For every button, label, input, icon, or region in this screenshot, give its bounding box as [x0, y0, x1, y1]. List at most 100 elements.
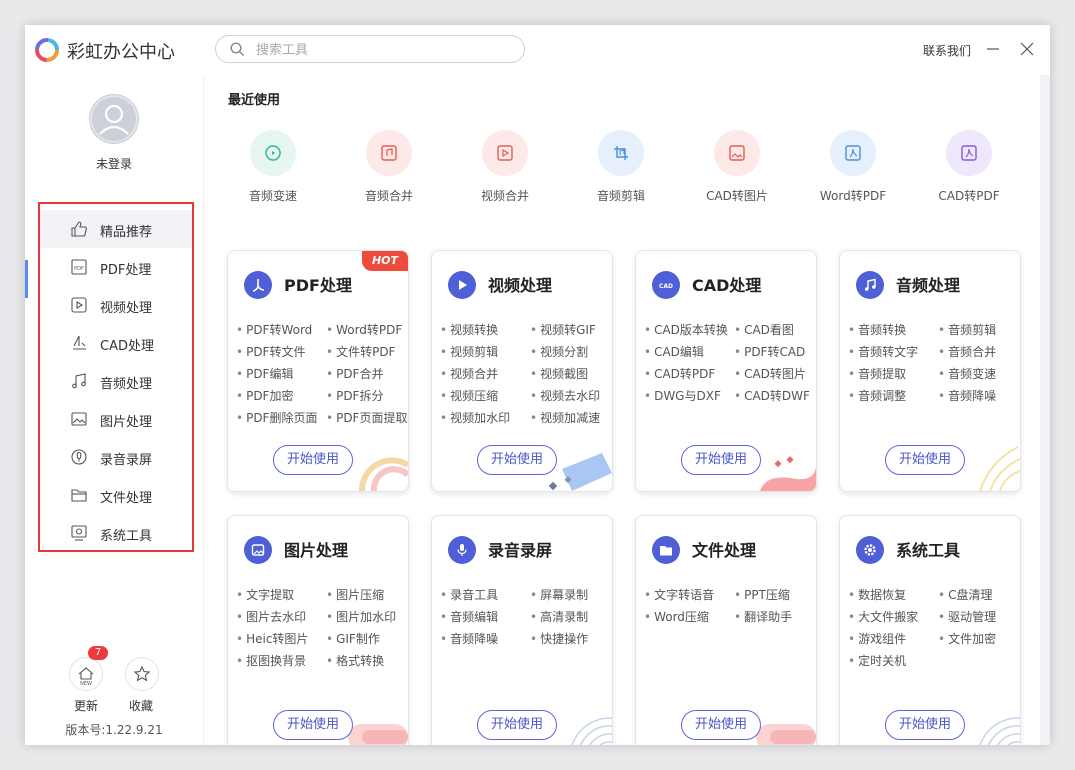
card-tool-link[interactable]: CAD转PDF [644, 365, 715, 382]
card-tool-link[interactable]: 大文件搬家 [848, 608, 918, 625]
sidebar-item-recording[interactable]: 录音录屏 [40, 438, 192, 476]
tool-card[interactable]: 系统工具数据恢复 C盘清理大文件搬家 驱动管理游戏组件 文件加密定时关机开始使用 [839, 515, 1021, 745]
recent-tool-item[interactable]: Word转PDF [795, 130, 911, 210]
card-tool-link[interactable]: 视频分割 [530, 343, 588, 360]
tool-card[interactable]: CAD CAD处理 CAD版本转换 CAD看图 CAD编辑 PDF转CAD CAD转PDF C… [635, 250, 817, 492]
recent-tool-item[interactable]: CAD转PDF [911, 130, 1027, 210]
card-tool-link[interactable]: 视频转GIF [530, 321, 596, 338]
card-tool-link[interactable]: 录音工具 [440, 586, 498, 603]
start-use-button[interactable]: 开始使用 [477, 445, 557, 475]
card-tool-link[interactable]: 驱动管理 [938, 608, 996, 625]
card-tool-link[interactable]: CAD编辑 [644, 343, 704, 360]
recent-tool-item[interactable]: 音频剪辑 [563, 130, 679, 210]
card-tool-link[interactable]: 数据恢复 [848, 586, 906, 603]
update-button[interactable]: NEW [69, 657, 103, 691]
card-tool-link[interactable]: 文件加密 [938, 630, 996, 647]
sidebar-item-file[interactable]: 文件处理 [40, 476, 192, 514]
card-tool-link[interactable]: GIF制作 [326, 630, 380, 647]
card-tool-link[interactable]: PDF页面提取 [326, 409, 407, 426]
card-tool-link[interactable]: 格式转换 [326, 652, 384, 669]
card-tool-link[interactable]: PDF加密 [236, 387, 293, 404]
card-tool-link[interactable]: PDF合并 [326, 365, 383, 382]
tool-card[interactable]: 音频处理音频转换 音频剪辑音频转文字 音频合并音频提取 音频变速音频调整 音频降噪开始使… [839, 250, 1021, 492]
card-tool-link[interactable]: 游戏组件 [848, 630, 906, 647]
favorites-button[interactable] [125, 657, 159, 691]
card-tool-link[interactable]: 音频转换 [848, 321, 906, 338]
card-tool-link[interactable]: 视频去水印 [530, 387, 600, 404]
card-tool-link[interactable]: CAD转图片 [734, 365, 806, 382]
sidebar-item-recommended[interactable]: 精品推荐 [40, 210, 192, 248]
card-tool-link[interactable]: PDF转CAD [734, 343, 805, 360]
search-input[interactable] [254, 39, 508, 61]
avatar[interactable] [89, 94, 139, 144]
card-tool-link[interactable]: PPT压缩 [734, 586, 790, 603]
card-tool-link[interactable]: 抠图换背景 [236, 652, 306, 669]
tool-card[interactable]: 文件处理文字转语音 PPT压缩 Word压缩 翻译助手开始使用 [635, 515, 817, 745]
card-tool-link[interactable]: 文件转PDF [326, 343, 395, 360]
card-tool-link[interactable]: 视频剪辑 [440, 343, 498, 360]
start-use-button[interactable]: 开始使用 [681, 710, 761, 740]
card-tool-link[interactable]: 视频加减速 [530, 409, 600, 426]
recent-tool-item[interactable]: 音频变速 [215, 130, 331, 210]
scrollbar[interactable] [1040, 75, 1050, 745]
card-tool-link[interactable]: 快捷操作 [530, 630, 588, 647]
card-tool-link[interactable]: 高清录制 [530, 608, 588, 625]
start-use-button[interactable]: 开始使用 [273, 445, 353, 475]
card-tool-link[interactable]: C盘清理 [938, 586, 992, 603]
card-tool-link[interactable]: 音频编辑 [440, 608, 498, 625]
sidebar-item-video[interactable]: 视频处理 [40, 286, 192, 324]
card-tool-link[interactable]: CAD看图 [734, 321, 794, 338]
card-tool-link[interactable]: 视频压缩 [440, 387, 498, 404]
sidebar-item-cad[interactable]: CAD处理 [40, 324, 192, 362]
card-tool-link[interactable]: 视频截图 [530, 365, 588, 382]
sidebar-item-audio[interactable]: 音频处理 [40, 362, 192, 400]
card-tool-link[interactable]: 图片加水印 [326, 608, 396, 625]
card-tool-link[interactable]: PDF转Word [236, 321, 312, 338]
card-tool-link[interactable]: 音频变速 [938, 365, 996, 382]
card-tool-link[interactable]: DWG与DXF [644, 387, 721, 404]
card-tool-link[interactable]: 图片压缩 [326, 586, 384, 603]
card-tool-link[interactable]: 音频剪辑 [938, 321, 996, 338]
recent-tool-item[interactable]: CAD转图片 [679, 130, 795, 210]
card-tool-link[interactable]: Heic转图片 [236, 630, 308, 647]
recent-tool-item[interactable]: 音频合并 [331, 130, 447, 210]
tool-card[interactable]: 图片处理文字提取 图片压缩图片去水印 图片加水印 Heic转图片 GIF制作抠图换背景 格… [227, 515, 409, 745]
minimize-icon[interactable] [983, 39, 1003, 59]
card-tool-link[interactable]: PDF编辑 [236, 365, 293, 382]
start-use-button[interactable]: 开始使用 [273, 710, 353, 740]
card-tool-link[interactable]: 音频合并 [938, 343, 996, 360]
card-tool-link[interactable]: 音频调整 [848, 387, 906, 404]
card-tool-link[interactable]: 图片去水印 [236, 608, 306, 625]
sidebar-item-system[interactable]: 系统工具 [40, 514, 192, 552]
tool-card[interactable]: 视频处理视频转换 视频转GIF 视频剪辑 视频分割视频合并 视频截图视频压缩 视频去水印视… [431, 250, 613, 492]
tool-card[interactable]: 录音录屏录音工具 屏幕录制音频编辑 高清录制音频降噪 快捷操作开始使用 [431, 515, 613, 745]
card-tool-link[interactable]: Word转PDF [326, 321, 402, 338]
card-tool-link[interactable]: 视频转换 [440, 321, 498, 338]
tool-card[interactable]: HOT PDF处理 PDF转Word Word转PDF PDF转文件 文件转PDF PDF编… [227, 250, 409, 492]
start-use-button[interactable]: 开始使用 [681, 445, 761, 475]
card-tool-link[interactable]: 文字转语音 [644, 586, 714, 603]
close-icon[interactable] [1017, 39, 1037, 59]
card-tool-link[interactable]: 文字提取 [236, 586, 294, 603]
sidebar-item-pdf[interactable]: PDF PDF处理 [40, 248, 192, 286]
card-tool-link[interactable]: PDF转文件 [236, 343, 305, 360]
card-tool-link[interactable]: 音频转文字 [848, 343, 918, 360]
card-tool-link[interactable]: 音频降噪 [440, 630, 498, 647]
start-use-button[interactable]: 开始使用 [885, 445, 965, 475]
start-use-button[interactable]: 开始使用 [477, 710, 557, 740]
card-tool-link[interactable]: 音频提取 [848, 365, 906, 382]
card-tool-link[interactable]: 音频降噪 [938, 387, 996, 404]
start-use-button[interactable]: 开始使用 [885, 710, 965, 740]
card-tool-link[interactable]: 视频合并 [440, 365, 498, 382]
login-status[interactable]: 未登录 [25, 155, 203, 172]
card-tool-link[interactable]: 视频加水印 [440, 409, 510, 426]
recent-tool-item[interactable]: 视频合并 [447, 130, 563, 210]
card-tool-link[interactable]: CAD版本转换 [644, 321, 728, 338]
search-box[interactable] [215, 35, 525, 63]
card-tool-link[interactable]: 屏幕录制 [530, 586, 588, 603]
card-tool-link[interactable]: Word压缩 [644, 608, 709, 625]
card-tool-link[interactable]: PDF拆分 [326, 387, 383, 404]
card-tool-link[interactable]: 翻译助手 [734, 608, 792, 625]
card-tool-link[interactable]: CAD转DWF [734, 387, 810, 404]
sidebar-item-image[interactable]: 图片处理 [40, 400, 192, 438]
